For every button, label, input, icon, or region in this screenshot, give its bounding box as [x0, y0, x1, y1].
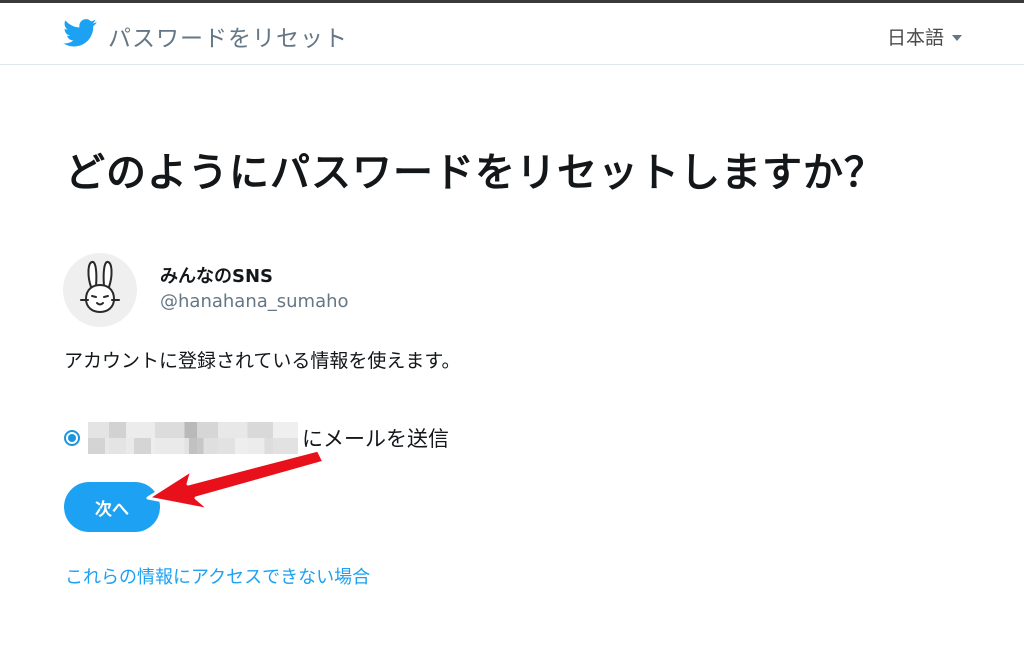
account-handle: @hanahana_sumaho	[160, 291, 349, 312]
page-header-title: パスワードをリセット	[108, 26, 348, 52]
caret-down-icon	[952, 35, 962, 41]
instruction-text: アカウントに登録されている情報を使えます。	[64, 350, 461, 372]
email-option-label: にメールを送信	[302, 427, 449, 451]
account-display-name: みんなのSNS	[160, 266, 273, 287]
cannot-access-info-link[interactable]: これらの情報にアクセスできない場合	[65, 563, 370, 589]
twitter-bird-icon	[63, 19, 97, 47]
rabbit-avatar-icon	[80, 261, 120, 313]
page-title: どのようにパスワードをリセットしますか？	[65, 150, 885, 196]
email-option[interactable]: にメールを送信	[64, 420, 449, 456]
email-option-radio[interactable]	[64, 430, 80, 446]
avatar	[63, 253, 137, 327]
language-label: 日本語	[886, 27, 944, 49]
masked-email-address	[88, 422, 298, 454]
next-button[interactable]: 次へ	[64, 482, 160, 532]
language-selector[interactable]: 日本語	[887, 23, 962, 50]
top-bar: パスワードをリセット 日本語	[0, 3, 1024, 65]
